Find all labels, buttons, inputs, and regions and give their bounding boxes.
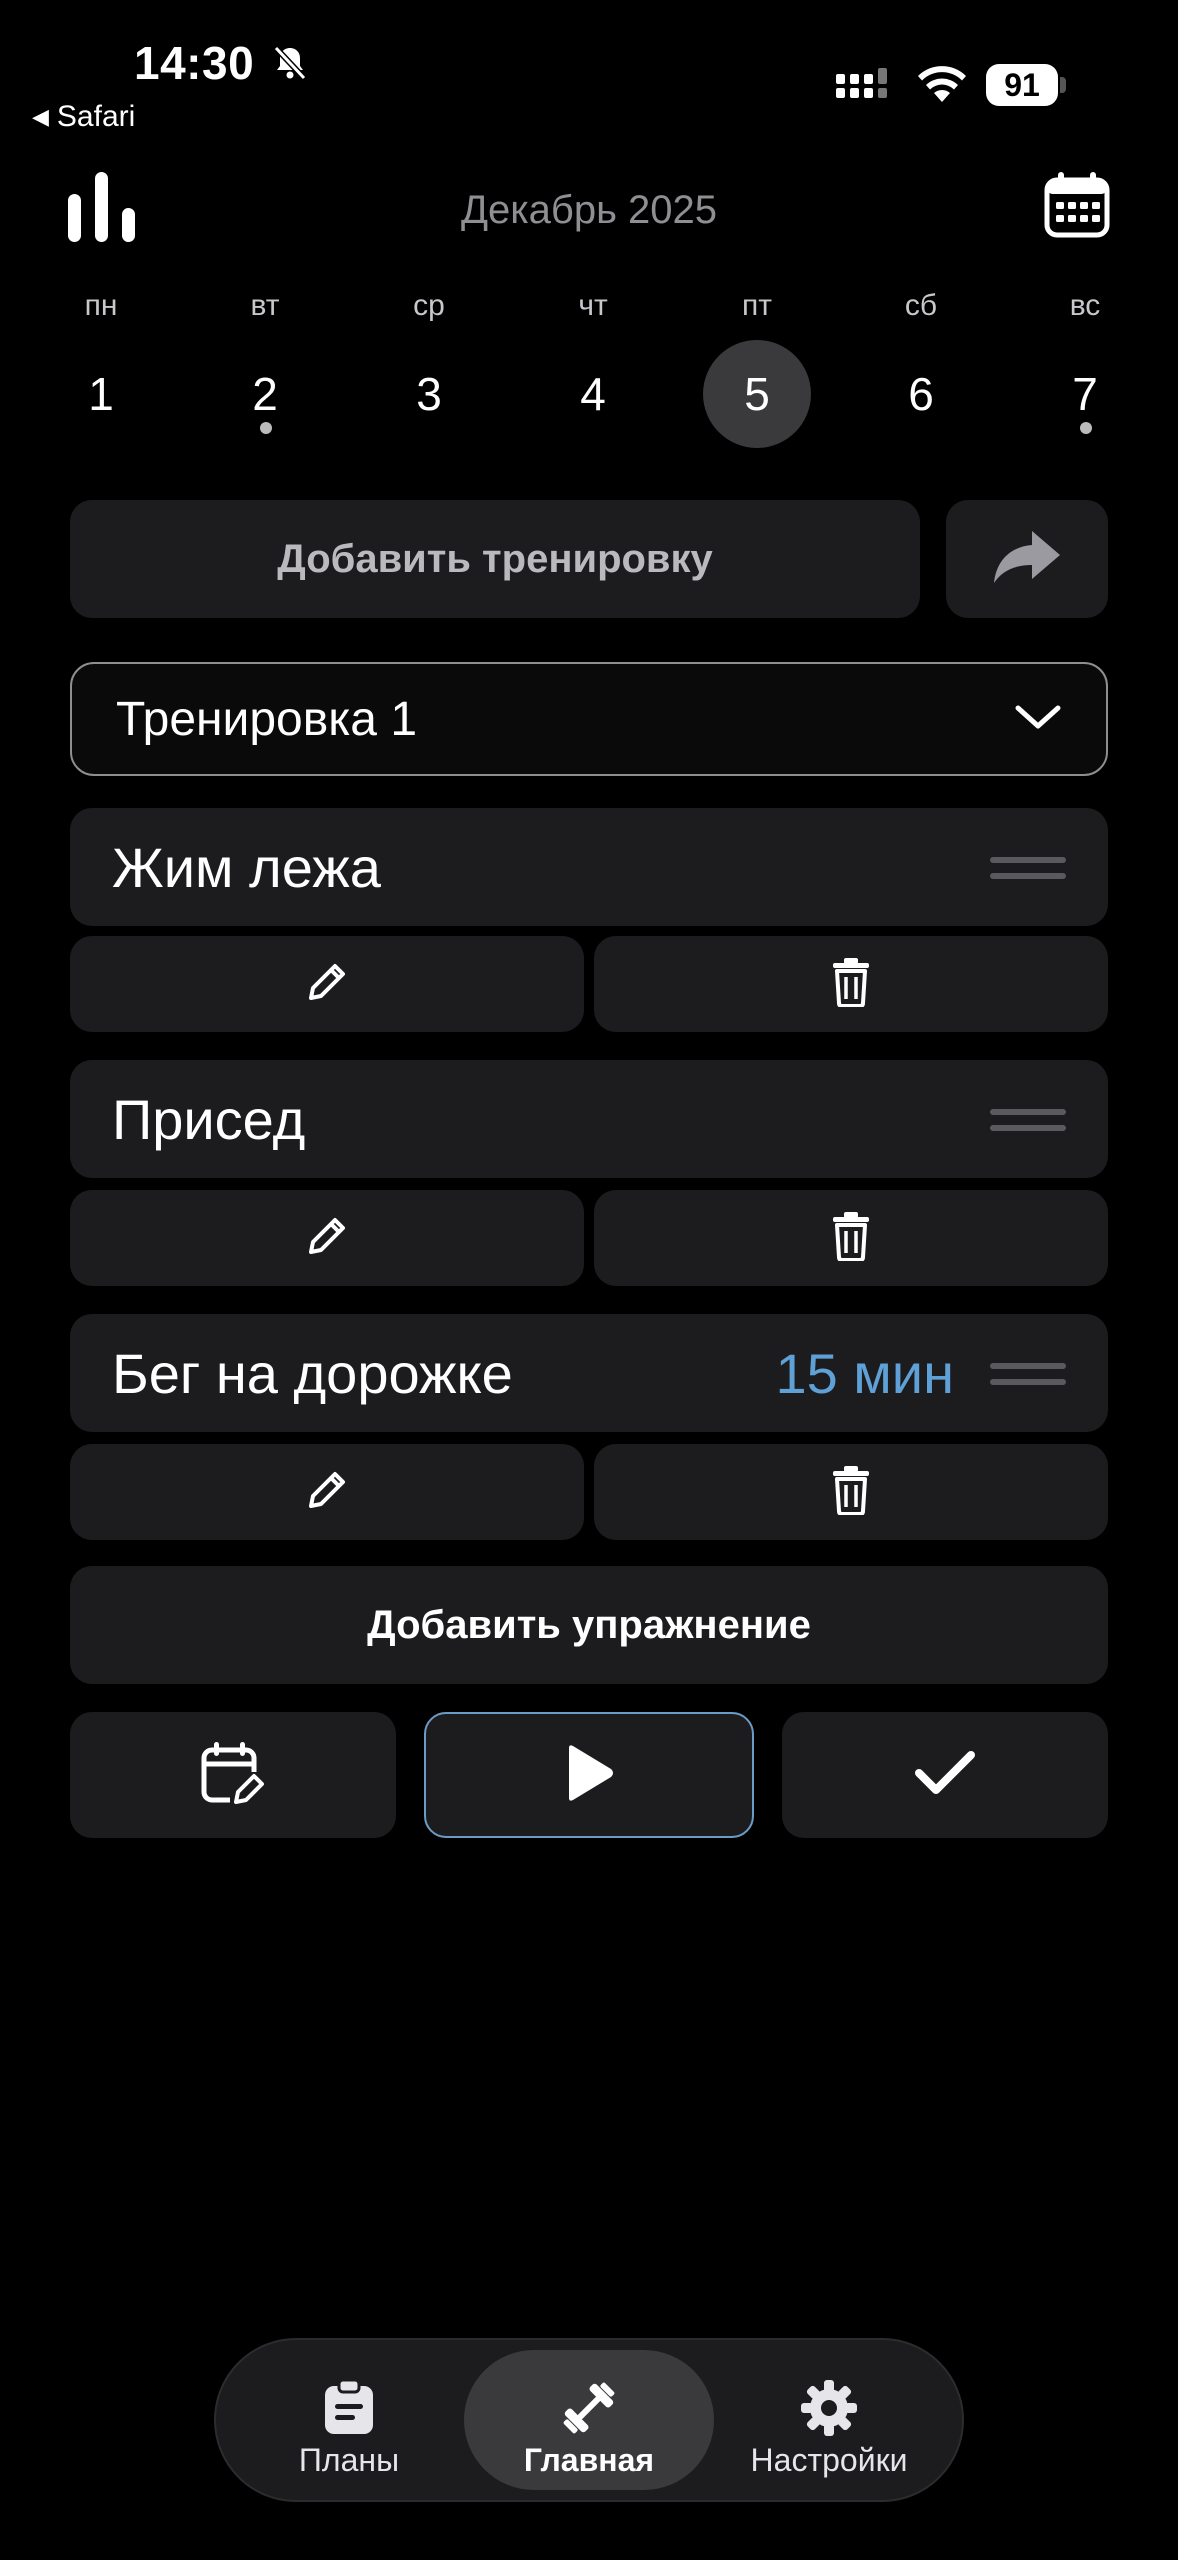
exercise-item[interactable]: Бег на дорожке 15 мин bbox=[70, 1314, 1108, 1432]
day-name: вс bbox=[1069, 289, 1101, 322]
exercise-name: Присед bbox=[112, 1087, 306, 1151]
edit-exercise-button[interactable] bbox=[70, 936, 584, 1032]
workout-select[interactable]: Тренировка 1 bbox=[70, 662, 1108, 776]
day-name: чт bbox=[578, 289, 608, 322]
edit-exercise-button[interactable] bbox=[70, 1444, 584, 1540]
day-name: пт bbox=[742, 289, 772, 322]
tab-bar: Планы Главная Настройки bbox=[214, 2338, 964, 2502]
exercise-item[interactable]: Жим лежа bbox=[70, 808, 1108, 926]
tab-label: Настройки bbox=[750, 2442, 908, 2478]
day-name: ср bbox=[413, 289, 445, 322]
calendar-edit-icon bbox=[200, 1740, 266, 1811]
checkmark-icon bbox=[914, 1749, 976, 1802]
cellular-signal-icon bbox=[836, 66, 896, 111]
day-friday[interactable]: пт 5 bbox=[702, 286, 812, 448]
add-workout-button[interactable]: Добавить тренировку bbox=[70, 500, 920, 618]
delete-exercise-button[interactable] bbox=[594, 1444, 1108, 1540]
drag-handle-icon[interactable] bbox=[990, 1103, 1066, 1135]
workout-select-value: Тренировка 1 bbox=[116, 692, 418, 746]
exercise-item[interactable]: Присед bbox=[70, 1060, 1108, 1178]
tab-home[interactable]: Главная bbox=[464, 2350, 714, 2490]
battery-level: 91 bbox=[986, 64, 1058, 106]
day-thursday[interactable]: чт 4 bbox=[538, 286, 648, 446]
clipboard-icon bbox=[224, 2378, 474, 2438]
chevron-down-icon bbox=[1014, 702, 1062, 737]
share-arrow-icon bbox=[992, 529, 1062, 590]
edit-exercise-button[interactable] bbox=[70, 1190, 584, 1286]
workout-dot bbox=[1080, 422, 1092, 434]
tab-settings[interactable]: Настройки bbox=[704, 2350, 954, 2490]
week-strip: пн 1 вт 2 ср 3 чт 4 пт 5 сб 6 вс 7 bbox=[46, 286, 1132, 448]
status-time: 14:30 bbox=[134, 37, 255, 89]
battery-indicator: 91 bbox=[986, 64, 1066, 106]
trash-icon bbox=[829, 1465, 873, 1520]
battery-cap bbox=[1060, 77, 1066, 93]
share-button[interactable] bbox=[946, 500, 1108, 618]
drag-handle-icon[interactable] bbox=[990, 1357, 1066, 1389]
trash-icon bbox=[829, 957, 873, 1012]
month-title[interactable]: Декабрь 2025 bbox=[0, 188, 1178, 233]
pencil-icon bbox=[303, 1466, 351, 1519]
tab-label: Планы bbox=[298, 2442, 400, 2478]
drag-handle-icon[interactable] bbox=[990, 851, 1066, 883]
day-name: сб bbox=[904, 289, 938, 322]
day-number: 6 bbox=[908, 368, 934, 420]
day-number: 4 bbox=[580, 368, 606, 420]
day-wednesday[interactable]: ср 3 bbox=[374, 286, 484, 446]
day-number: 1 bbox=[88, 368, 114, 420]
pencil-icon bbox=[303, 1212, 351, 1265]
exercise-duration: 15 мин bbox=[775, 1341, 954, 1405]
delete-exercise-button[interactable] bbox=[594, 936, 1108, 1032]
reschedule-button[interactable] bbox=[70, 1712, 396, 1838]
day-tuesday[interactable]: вт 2 bbox=[210, 286, 320, 446]
trash-icon bbox=[829, 1211, 873, 1266]
add-exercise-button[interactable]: Добавить упражнение bbox=[70, 1566, 1108, 1684]
gear-icon bbox=[704, 2378, 954, 2438]
day-saturday[interactable]: сб 6 bbox=[866, 286, 976, 446]
dumbbell-icon bbox=[464, 2378, 714, 2438]
back-app-label: Safari bbox=[56, 100, 136, 133]
day-number: 3 bbox=[416, 368, 442, 420]
day-number-selected: 5 bbox=[703, 340, 811, 448]
wifi-icon bbox=[914, 62, 970, 111]
complete-workout-button[interactable] bbox=[782, 1712, 1108, 1838]
back-triangle-icon: ◀ bbox=[32, 104, 49, 129]
pencil-icon bbox=[303, 958, 351, 1011]
delete-exercise-button[interactable] bbox=[594, 1190, 1108, 1286]
day-name: пн bbox=[84, 289, 118, 322]
day-name: вт bbox=[250, 289, 280, 322]
tab-plans[interactable]: Планы bbox=[224, 2350, 474, 2490]
calendar-icon[interactable] bbox=[1044, 172, 1110, 243]
day-monday[interactable]: пн 1 bbox=[46, 286, 156, 446]
exercise-name: Жим лежа bbox=[112, 835, 381, 899]
bell-off-icon bbox=[270, 42, 310, 87]
back-to-app-link[interactable]: ◀ Safari bbox=[32, 100, 135, 134]
tab-label: Главная bbox=[523, 2442, 655, 2478]
workout-dot bbox=[260, 422, 272, 434]
play-icon bbox=[563, 1744, 615, 1807]
day-sunday[interactable]: вс 7 bbox=[1030, 286, 1140, 446]
start-workout-button[interactable] bbox=[424, 1712, 754, 1838]
exercise-name: Бег на дорожке bbox=[112, 1341, 513, 1405]
